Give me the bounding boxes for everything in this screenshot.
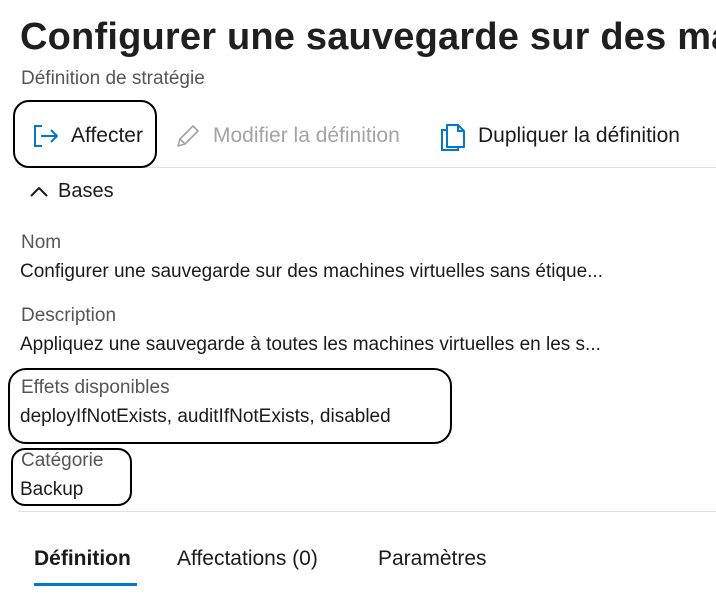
active-tab-indicator [34, 583, 137, 586]
bases-section-label: Bases [58, 180, 114, 202]
description-label: Description [21, 305, 117, 326]
modify-definition-button[interactable]: Modifier la définition [173, 121, 400, 151]
name-label: Nom [21, 232, 62, 253]
pencil-icon [173, 121, 203, 151]
tab-parameters[interactable]: Paramètres [378, 547, 487, 571]
duplicate-icon [438, 121, 468, 151]
modify-definition-label: Modifier la définition [213, 124, 400, 147]
bases-section-toggle[interactable]: Bases [28, 180, 114, 203]
category-highlight-outline [11, 448, 132, 506]
name-value: Configurer une sauvegarde sur des machin… [20, 261, 603, 282]
page-title: Configurer une sauvegarde sur des ma [20, 16, 716, 58]
tab-assignments[interactable]: Affectations (0) [177, 547, 318, 571]
assign-highlight-outline [13, 100, 157, 168]
effects-highlight-outline [8, 368, 452, 444]
page-subtitle: Définition de stratégie [21, 68, 205, 89]
chevron-up-icon [28, 181, 50, 203]
duplicate-definition-label: Dupliquer la définition [478, 124, 680, 147]
tab-definition[interactable]: Définition [34, 547, 131, 571]
description-value: Appliquez une sauvegarde à toutes les ma… [20, 334, 601, 355]
duplicate-definition-button[interactable]: Dupliquer la définition [438, 121, 680, 151]
fields-divider [18, 511, 716, 512]
